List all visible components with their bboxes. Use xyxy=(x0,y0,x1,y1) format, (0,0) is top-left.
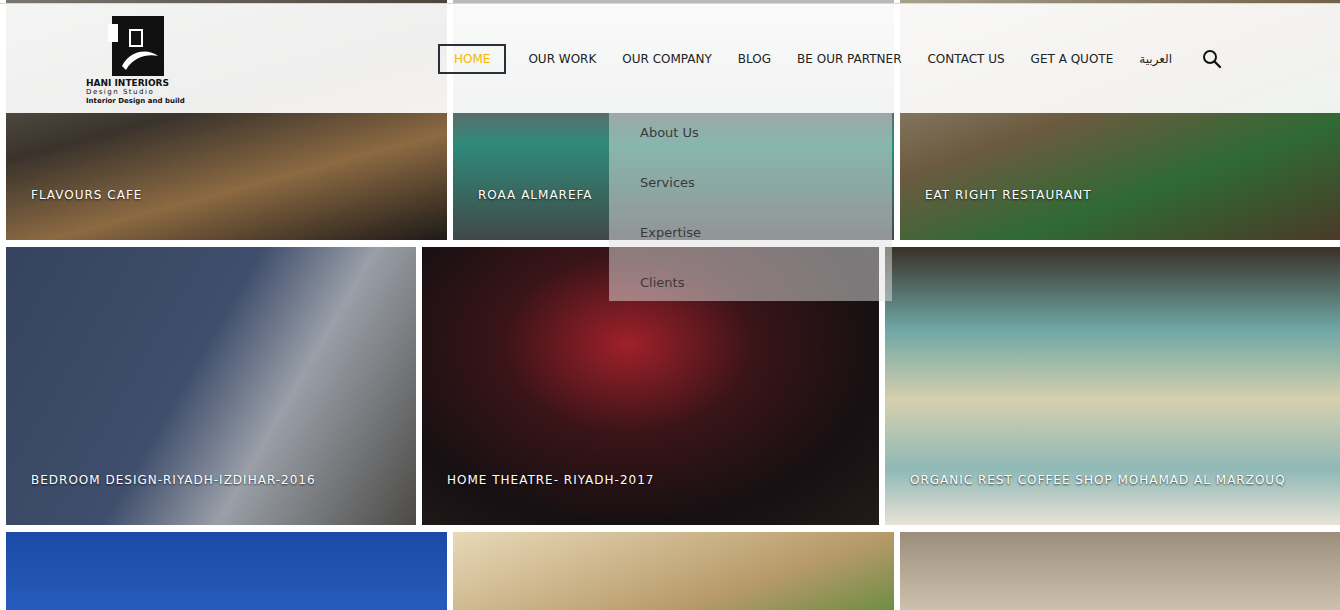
gallery-row xyxy=(6,532,1340,610)
logo[interactable]: HANI INTERIORSDesign StudioInterior Desi… xyxy=(86,12,186,106)
nav-item[interactable]: GET A QUOTE xyxy=(1027,44,1118,74)
project-tile[interactable]: ORGANIC REST COFFEE SHOP MOHAMAD AL MARZ… xyxy=(885,247,1340,525)
main-nav: HOME OUR WORK OUR COMPANY BLOG BE OUR PARTNE… xyxy=(438,44,1222,74)
project-title[interactable]: EAT RIGHT RESTAURANT xyxy=(925,187,1092,203)
nav-item[interactable]: BE OUR PARTNER xyxy=(793,44,905,74)
logo-mark-icon xyxy=(108,16,164,76)
nav-item[interactable]: HOME xyxy=(438,44,506,74)
project-title[interactable]: FLAVOURS CAFE xyxy=(31,187,142,203)
dropdown-item[interactable]: Expertise xyxy=(640,223,892,243)
site-header: HANI INTERIORSDesign StudioInterior Desi… xyxy=(0,3,1340,113)
dropdown-item[interactable]: Services xyxy=(640,173,892,193)
page: FLAVOURS CAFE ROAA ALMAREFA EAT RIGHT REST… xyxy=(0,0,1340,610)
search-icon[interactable] xyxy=(1202,49,1222,69)
project-tile[interactable]: BEDROOM DESIGN-RIYADH-IZDIHAR-2016 xyxy=(6,247,416,525)
project-tile[interactable] xyxy=(453,532,894,610)
nav-item[interactable]: BLOG xyxy=(734,44,775,74)
logo-subtitle: Interior Design and build xyxy=(86,97,185,106)
project-title[interactable]: ORGANIC REST COFFEE SHOP MOHAMAD AL MARZ… xyxy=(910,472,1286,488)
nav-item[interactable]: OUR WORK xyxy=(524,44,600,74)
project-tile[interactable] xyxy=(6,532,447,610)
project-title[interactable]: BEDROOM DESIGN-RIYADH-IZDIHAR-2016 xyxy=(31,472,316,488)
dropdown-item[interactable]: Clients xyxy=(640,273,892,293)
project-title[interactable]: HOME THEATRE- RIYADH-2017 xyxy=(447,472,654,488)
project-tile[interactable] xyxy=(900,532,1340,610)
logo-tagline: Design Studio xyxy=(86,88,154,97)
dropdown-item[interactable]: About Us xyxy=(640,123,892,143)
nav-item[interactable]: CONTACT US xyxy=(923,44,1008,74)
nav-item[interactable]: العربية xyxy=(1135,44,1176,74)
logo-name: HANI INTERIORS xyxy=(86,78,169,88)
nav-item[interactable]: OUR COMPANY xyxy=(618,44,716,74)
company-dropdown: About Us Services Expertise Clients xyxy=(609,113,892,301)
project-title[interactable]: ROAA ALMAREFA xyxy=(478,187,593,203)
